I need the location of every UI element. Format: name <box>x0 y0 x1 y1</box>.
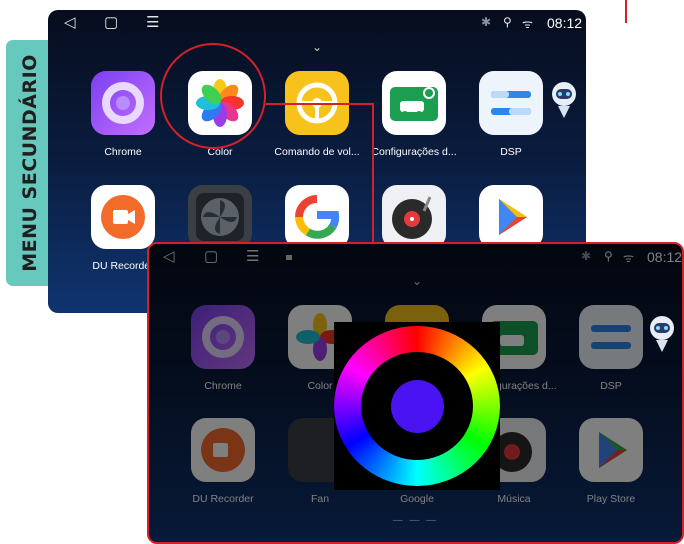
play-store-icon <box>479 185 543 249</box>
connector-line <box>266 103 374 105</box>
back-nav-button[interactable]: ◁ <box>64 14 76 32</box>
selected-color-swatch[interactable] <box>391 380 444 433</box>
assistant-robot-icon[interactable] <box>548 80 580 122</box>
fan-icon <box>188 185 252 249</box>
app-chrome[interactable]: Chrome <box>75 71 171 158</box>
app-car-settings[interactable]: Configurações d... <box>366 71 462 158</box>
app-label: Chrome <box>104 146 142 158</box>
secondary-menu-label-text: MENU SECUNDÁRIO <box>19 54 41 272</box>
dsp-sliders-icon <box>479 71 543 135</box>
car-settings-icon <box>382 71 446 135</box>
app-steering-control[interactable]: Comando de vol... <box>269 71 365 158</box>
app-label: Configurações d... <box>371 146 457 158</box>
wifi-icon: ᯤ <box>522 17 533 31</box>
app-dsp[interactable]: DSP <box>463 71 559 158</box>
google-icon <box>285 185 349 249</box>
app-label: DSP <box>500 146 522 158</box>
assistant-robot-icon[interactable] <box>646 314 678 356</box>
status-bar: ◁ ▢ ☰ ✱ ⚲ ᯤ 08:12 <box>48 10 586 36</box>
chevron-down-icon[interactable]: ⌄ <box>312 40 322 54</box>
page-indicator: — — — <box>392 515 439 526</box>
color-app-highlight-circle <box>160 43 266 149</box>
clock: 08:12 <box>547 15 583 31</box>
connector-line <box>625 0 627 23</box>
secondary-menu-label: MENU SECUNDÁRIO <box>6 40 54 286</box>
music-vinyl-icon <box>382 185 446 249</box>
connector-line <box>372 103 374 244</box>
menu-nav-button[interactable]: ☰ <box>146 14 159 32</box>
chrome-icon <box>91 71 155 135</box>
bluetooth-icon: ✱ <box>481 15 492 29</box>
app-label: Comando de vol... <box>274 146 360 158</box>
home-nav-button[interactable]: ▢ <box>104 14 118 32</box>
du-recorder-icon <box>91 185 155 249</box>
color-picker-dialog <box>334 322 500 490</box>
location-icon: ⚲ <box>503 15 512 29</box>
